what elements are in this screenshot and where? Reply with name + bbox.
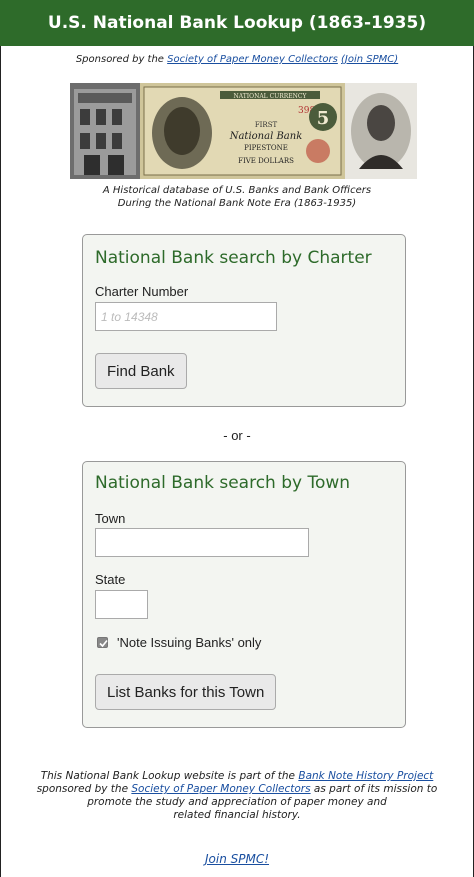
note-first-text: FIRST <box>255 121 278 129</box>
note-issuing-checkbox[interactable] <box>97 637 108 648</box>
join-spmc-footer-link[interactable]: Join SPMC! <box>205 852 269 866</box>
tagline-line-1: A Historical database of U.S. Banks and … <box>102 185 372 196</box>
note-town-text: PIPESTONE <box>244 144 288 152</box>
town-input[interactable] <box>95 528 309 557</box>
town-label: Town <box>95 511 126 526</box>
footer-line-1-text: This National Bank Lookup website is par… <box>40 770 299 782</box>
charter-panel-title: National Bank search by Charter <box>95 248 372 268</box>
town-search-panel: National Bank search by Town Town State … <box>82 461 406 728</box>
page-header: U.S. National Bank Lookup (1863-1935) <box>0 0 474 46</box>
footer-line-3: promote the study and appreciation of pa… <box>87 796 387 808</box>
or-divider: - or - <box>223 428 251 443</box>
join-spmc: Join SPMC! <box>0 852 474 866</box>
list-banks-button[interactable]: List Banks for this Town <box>95 674 277 710</box>
banner-image: NATIONAL CURRENCY 3982 FIRST National Ba… <box>70 83 417 179</box>
town-panel-title: National Bank search by Town <box>95 473 351 493</box>
tagline-line-2: During the National Bank Note Era (1863-… <box>117 198 357 209</box>
footer-line-2-suffix: as part of its mission to <box>310 783 438 795</box>
sponsor-line: Sponsored by the Society of Paper Money … <box>0 54 474 65</box>
find-bank-button[interactable]: Find Bank <box>95 353 187 389</box>
charter-search-panel: National Bank search by Charter Charter … <box>82 234 406 407</box>
footer-line-1: This National Bank Lookup website is par… <box>0 770 474 783</box>
spmc-link[interactable]: Society of Paper Money Collectors <box>167 54 338 65</box>
note-issuing-row[interactable]: 'Note Issuing Banks' only <box>97 635 261 650</box>
charter-number-label: Charter Number <box>95 284 189 299</box>
note-denomination: 5 <box>317 108 330 129</box>
footer-spmc-link[interactable]: Society of Paper Money Collectors <box>131 783 310 795</box>
note-issuing-label: 'Note Issuing Banks' only <box>117 635 262 650</box>
note-bank-text: National Bank <box>229 131 303 142</box>
join-spmc-link[interactable]: (Join SPMC) <box>341 54 398 65</box>
tagline: A Historical database of U.S. Banks and … <box>0 184 474 210</box>
state-input[interactable] <box>95 590 148 619</box>
bank-note-history-link[interactable]: Bank Note History Project <box>298 770 433 782</box>
footer-line-2-prefix: sponsored by the <box>36 783 132 795</box>
note-header-text: NATIONAL CURRENCY <box>234 93 308 100</box>
note-value-text: FIVE DOLLARS <box>238 157 294 165</box>
page-title: U.S. National Bank Lookup (1863-1935) <box>47 13 427 33</box>
state-label: State <box>95 572 126 587</box>
sponsor-prefix: Sponsored by the <box>75 54 168 65</box>
footer-line-2: sponsored by the Society of Paper Money … <box>0 783 474 796</box>
footer: This National Bank Lookup website is par… <box>0 770 474 822</box>
charter-number-input[interactable] <box>95 302 277 331</box>
footer-line-4: related financial history. <box>173 809 301 821</box>
